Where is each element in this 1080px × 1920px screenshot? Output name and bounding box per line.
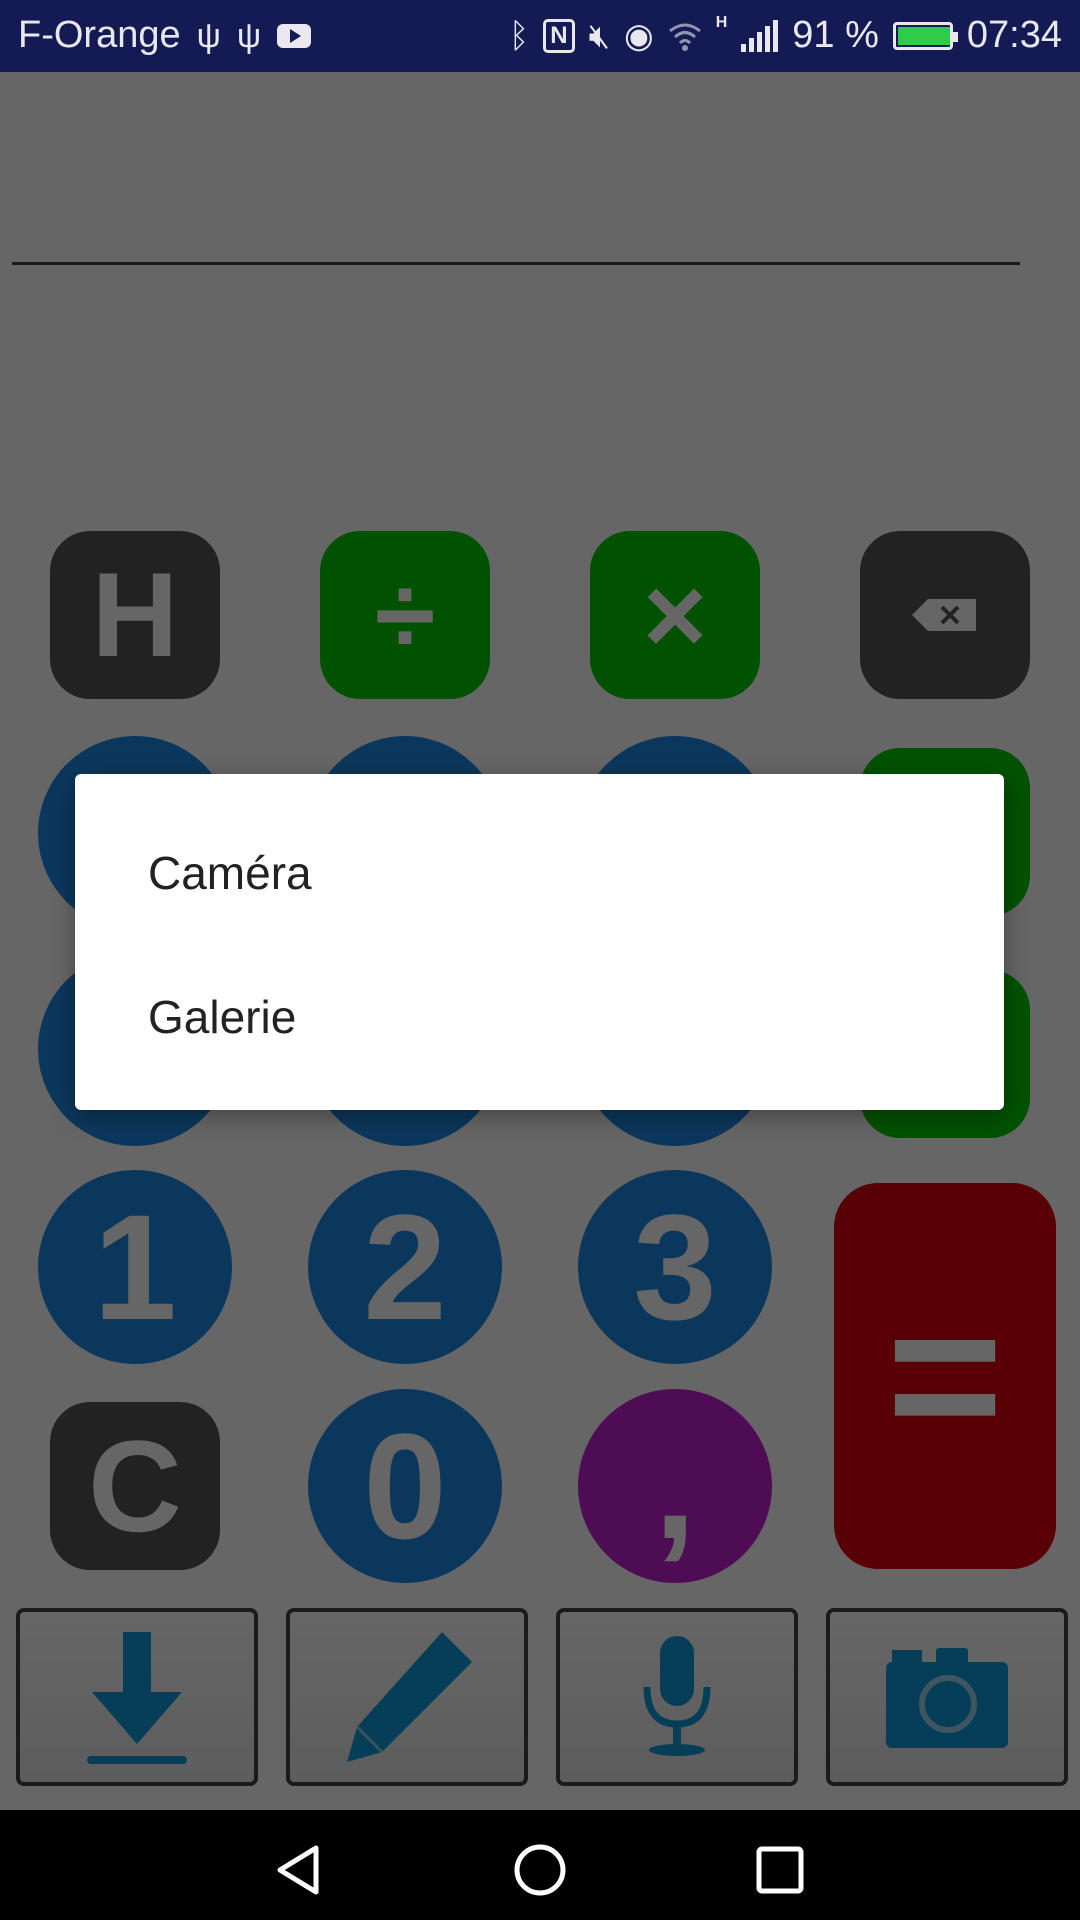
gallery-option[interactable]: Galerie [148, 990, 296, 1044]
battery-icon [892, 21, 958, 50]
wifi-icon [668, 23, 701, 51]
youtube-icon [277, 23, 312, 48]
bluetooth-icon: ᛒ [508, 16, 530, 55]
usb-icon: ψ [196, 16, 221, 55]
network-type: H [715, 14, 728, 31]
battery-percent: 91 % [792, 14, 879, 56]
clock: 07:34 [966, 14, 1062, 56]
eye-icon: ◉ [624, 16, 654, 55]
back-icon[interactable] [272, 1842, 328, 1898]
mute-icon: 🔇︎ [588, 16, 611, 55]
usb-icon: ψ [236, 16, 262, 55]
status-bar: F-Orange ψ ψ ᛒ N 🔇︎ ◉ H 91 % 07:34 [0, 0, 1080, 72]
home-icon[interactable] [512, 1842, 568, 1898]
image-source-dialog: Caméra Galerie [75, 774, 1004, 1110]
signal-icon [741, 19, 779, 52]
recents-icon[interactable] [752, 1842, 808, 1898]
camera-option[interactable]: Caméra [148, 846, 312, 900]
carrier-name: F-Orange [18, 14, 181, 56]
nfc-icon: N [543, 18, 575, 53]
navigation-bar [0, 1810, 1080, 1920]
